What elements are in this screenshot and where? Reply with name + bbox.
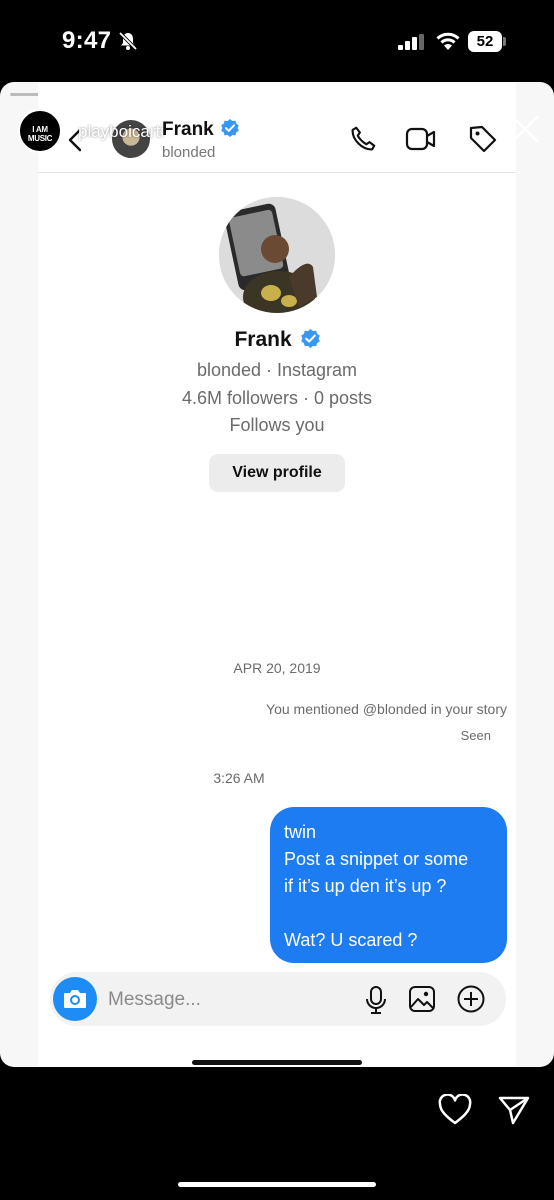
profile-picture[interactable] bbox=[219, 197, 335, 313]
message-input[interactable] bbox=[106, 988, 340, 1012]
gallery-icon[interactable] bbox=[408, 985, 436, 1013]
bell-slash-icon bbox=[118, 31, 138, 51]
camera-button[interactable] bbox=[53, 977, 97, 1021]
dm-screenshot: Frank blonded Frank blonded · Instagram … bbox=[38, 82, 516, 1067]
close-icon[interactable] bbox=[510, 114, 540, 144]
add-icon[interactable] bbox=[456, 984, 486, 1014]
date-separator: APR 20, 2019 bbox=[233, 660, 321, 676]
profile-stats: 4.6M followers · 0 posts bbox=[181, 388, 373, 408]
message-bubble[interactable]: twin Post a snippet or some if it’s up d… bbox=[270, 807, 507, 963]
wifi-icon bbox=[436, 32, 460, 50]
message-line bbox=[284, 900, 493, 927]
microphone-icon[interactable] bbox=[364, 985, 388, 1015]
verified-icon bbox=[221, 119, 239, 137]
time-separator: 3:26 AM bbox=[213, 770, 265, 786]
home-indicator bbox=[178, 1182, 376, 1187]
message-composer bbox=[50, 972, 506, 1026]
camera-icon bbox=[64, 990, 86, 1008]
profile-subtitle: blonded · Instagram bbox=[196, 360, 358, 380]
message-line: Post a snippet or some bbox=[284, 849, 469, 869]
phone-icon[interactable] bbox=[348, 124, 378, 154]
tag-icon[interactable] bbox=[468, 124, 498, 154]
story-card: Frank blonded Frank blonded · Instagram … bbox=[0, 82, 554, 1067]
dm-home-indicator bbox=[192, 1060, 362, 1065]
profile-name-row: Frank bbox=[38, 328, 516, 352]
verified-icon bbox=[300, 329, 320, 348]
logo-text: I AM MUSIC bbox=[27, 125, 53, 143]
follows-you: Follows you bbox=[229, 415, 325, 435]
profile-name: Frank bbox=[234, 328, 292, 351]
seen-indicator: Seen bbox=[460, 728, 491, 743]
header-subtitle: blonded bbox=[162, 144, 216, 161]
battery-icon: 52 bbox=[468, 31, 502, 52]
header-name[interactable]: Frank bbox=[162, 119, 214, 141]
message-line: if it’s up den it’s up ? bbox=[284, 876, 447, 896]
view-profile-button[interactable]: View profile bbox=[209, 454, 345, 492]
status-time: 9:47 bbox=[62, 27, 112, 54]
video-icon[interactable] bbox=[405, 126, 437, 152]
send-icon[interactable] bbox=[497, 1094, 531, 1126]
header-divider bbox=[38, 172, 516, 173]
battery-nub bbox=[503, 37, 506, 46]
story-owner-avatar[interactable]: I AM MUSIC bbox=[18, 109, 62, 153]
heart-icon[interactable] bbox=[438, 1094, 472, 1126]
story-owner-name[interactable]: playboicarti bbox=[78, 122, 164, 142]
story-mention-note: You mentioned @blonded in your story bbox=[266, 701, 507, 717]
cellular-signal-icon bbox=[398, 34, 424, 50]
message-line: Wat? U scared ? bbox=[284, 930, 418, 950]
message-line: twin bbox=[284, 822, 317, 842]
